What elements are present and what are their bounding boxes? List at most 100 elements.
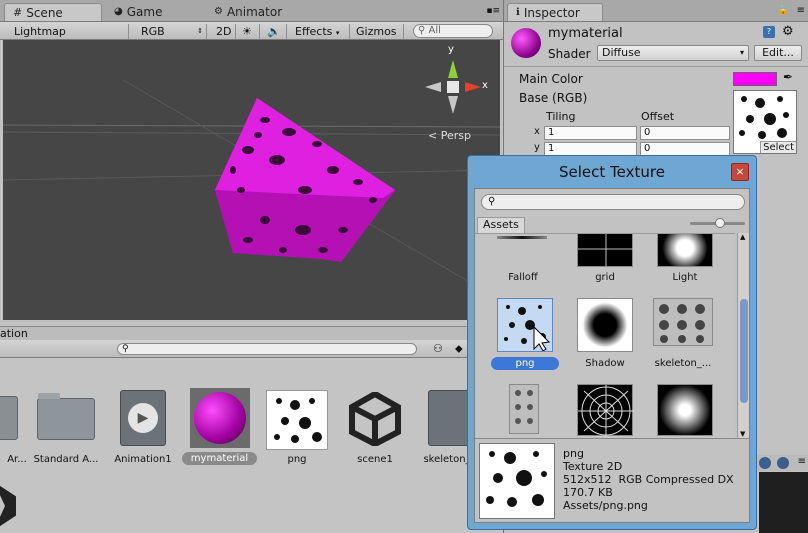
dropdown-arrow-icon: ▾ (335, 29, 340, 37)
scene-search-input[interactable]: ⚲ All (413, 24, 493, 38)
material-sphere-icon[interactable] (190, 388, 250, 448)
asset-label: Standard A... (33, 454, 99, 465)
scene-icon: # (13, 5, 23, 19)
tiling-y-input[interactable]: 1 (544, 142, 637, 156)
tab-animator-label: Animator (226, 5, 283, 19)
shader-label: Shader (548, 47, 591, 61)
close-button[interactable]: × (731, 163, 749, 181)
material-preview-icon (511, 28, 541, 58)
texture-slot[interactable]: Select (733, 90, 797, 154)
persp-icon: < (428, 129, 438, 142)
project-assets-area: Ar... Standard A... ▶ Animation1 mymater… (0, 358, 503, 533)
web-thumb[interactable] (577, 384, 634, 437)
persp-text: Persp (440, 129, 471, 142)
gizmos-label: Gizmos (356, 25, 397, 38)
shadow-thumb[interactable] (577, 298, 633, 352)
effects-label: Effects (295, 25, 333, 38)
preview-pane: png Texture 2D 512x512 RGB Compressed DX… (475, 438, 749, 522)
texture-label: Light (672, 272, 698, 283)
help-icon[interactable]: ? (763, 26, 775, 38)
scroll-thumb[interactable] (740, 299, 748, 403)
color-mode-dropdown[interactable]: RGB ⇕ (137, 24, 207, 39)
updown-icon: ⇕ (197, 27, 203, 35)
project-panel-header: ation (0, 326, 503, 340)
unity-scene-icon[interactable] (348, 390, 402, 448)
lighting-toggle-icon[interactable]: ☀ (238, 24, 260, 39)
tiling-x-input[interactable]: 1 (544, 126, 637, 140)
play-icon[interactable] (759, 457, 771, 469)
grid-thumb[interactable] (577, 234, 634, 268)
gizmo-x-label: x (482, 80, 488, 91)
material-preview-area (759, 472, 808, 533)
tab-inspector-label: Inspector (523, 5, 580, 20)
gizmos-dropdown[interactable]: Gizmos ▾ (352, 24, 404, 52)
persp-label[interactable]: < Persp (428, 129, 471, 142)
tab-scene[interactable]: # Scene (4, 3, 102, 21)
tiling-label: Tiling (546, 110, 576, 123)
asset-label-selected[interactable]: mymaterial (182, 452, 257, 465)
glow-thumb[interactable] (657, 384, 713, 436)
offset-x-input[interactable]: 0 (640, 126, 730, 140)
filter-type-icon[interactable]: ⚇ (433, 342, 443, 355)
folder-icon[interactable] (37, 393, 95, 440)
scroll-down-icon[interactable]: ▼ (740, 430, 745, 438)
folder-icon[interactable] (0, 396, 18, 440)
2d-toggle[interactable]: 2D (212, 24, 236, 39)
panel-menu-icon[interactable]: ▪≡ (486, 6, 500, 16)
lock-icon[interactable]: 🔒 (778, 6, 789, 16)
tab-animator[interactable]: ⚙ Animator (206, 3, 290, 21)
texture-thumb-icon (739, 96, 789, 139)
offset-y-input[interactable]: 0 (640, 142, 730, 156)
spider-thumb[interactable] (509, 384, 539, 434)
panel-menu-icon[interactable]: ≡ (797, 5, 805, 16)
eyedropper-icon[interactable]: ✒ (783, 70, 793, 84)
texture-label: Falloff (508, 272, 538, 283)
tab-assets[interactable]: Assets (477, 217, 525, 233)
preview-sphere-icon[interactable] (777, 457, 789, 469)
tab-inspector[interactable]: ℹ Inspector (507, 3, 603, 21)
scroll-up-icon[interactable]: ▲ (740, 233, 745, 241)
png-thumb[interactable] (497, 298, 553, 352)
asset-label: scene1 (357, 454, 393, 465)
texture-label: grid (595, 272, 615, 283)
png-label-selected[interactable]: png (491, 357, 559, 370)
inspector-tabbar: ℹ Inspector 🔒 ≡ (504, 0, 808, 22)
scene-toolbar: Lightmap Resolution⇕ RGB ⇕ 2D ☀ 🔈 Effects… (0, 22, 503, 53)
gear-icon[interactable]: ⚙ (782, 24, 794, 39)
dialog-title: Select Texture (559, 163, 665, 181)
shader-dropdown[interactable]: Diffuse ▾ (597, 45, 749, 61)
filter-label-icon[interactable]: ⬥ (455, 342, 463, 356)
zoom-slider-thumb[interactable] (714, 218, 725, 228)
material-name: mymaterial (548, 26, 623, 41)
texture-thumb-icon[interactable] (266, 390, 328, 450)
audio-toggle-icon[interactable]: 🔈 (263, 24, 287, 39)
select-texture-button[interactable]: Select (760, 141, 796, 153)
render-mode-dropdown[interactable]: Lightmap Resolution⇕ (10, 24, 129, 53)
zoom-slider[interactable] (690, 218, 745, 228)
gizmo-y-label: y (448, 44, 454, 55)
main-color-swatch[interactable] (733, 72, 777, 86)
tab-game[interactable]: ◕ Game (106, 3, 170, 21)
color-mode-label: RGB (141, 25, 165, 38)
project-search-input[interactable]: ⚲ (117, 343, 417, 355)
falloff-thumb[interactable] (493, 234, 551, 266)
tab-game-label: Game (126, 5, 163, 19)
asset-label: Animation1 (114, 454, 172, 465)
light-thumb[interactable] (657, 234, 713, 267)
texture-label: skeleton_... (654, 358, 712, 369)
edit-shader-button[interactable]: Edit... (754, 45, 802, 61)
animation-clip-icon[interactable]: ▶ (120, 390, 166, 446)
skeleton-thumb[interactable] (653, 298, 713, 346)
texture-grid-scrollbar[interactable]: ▲ ▼ (737, 233, 749, 438)
preview-path: Assets/png.png (563, 499, 648, 512)
orientation-gizmo[interactable] (425, 60, 481, 114)
scene-canvas (3, 60, 500, 291)
search-icon: ⚲ (122, 344, 129, 354)
cube-object[interactable] (215, 98, 395, 262)
menu-icon[interactable]: ≡ (798, 456, 806, 467)
search-icon: ⚲ (418, 25, 426, 36)
game-icon: ◕ (114, 6, 123, 17)
texture-search-input[interactable]: ⚲ (481, 194, 745, 210)
scene-viewport[interactable]: y x < Persp (3, 40, 500, 320)
effects-dropdown[interactable]: Effects ▾ (291, 24, 350, 39)
